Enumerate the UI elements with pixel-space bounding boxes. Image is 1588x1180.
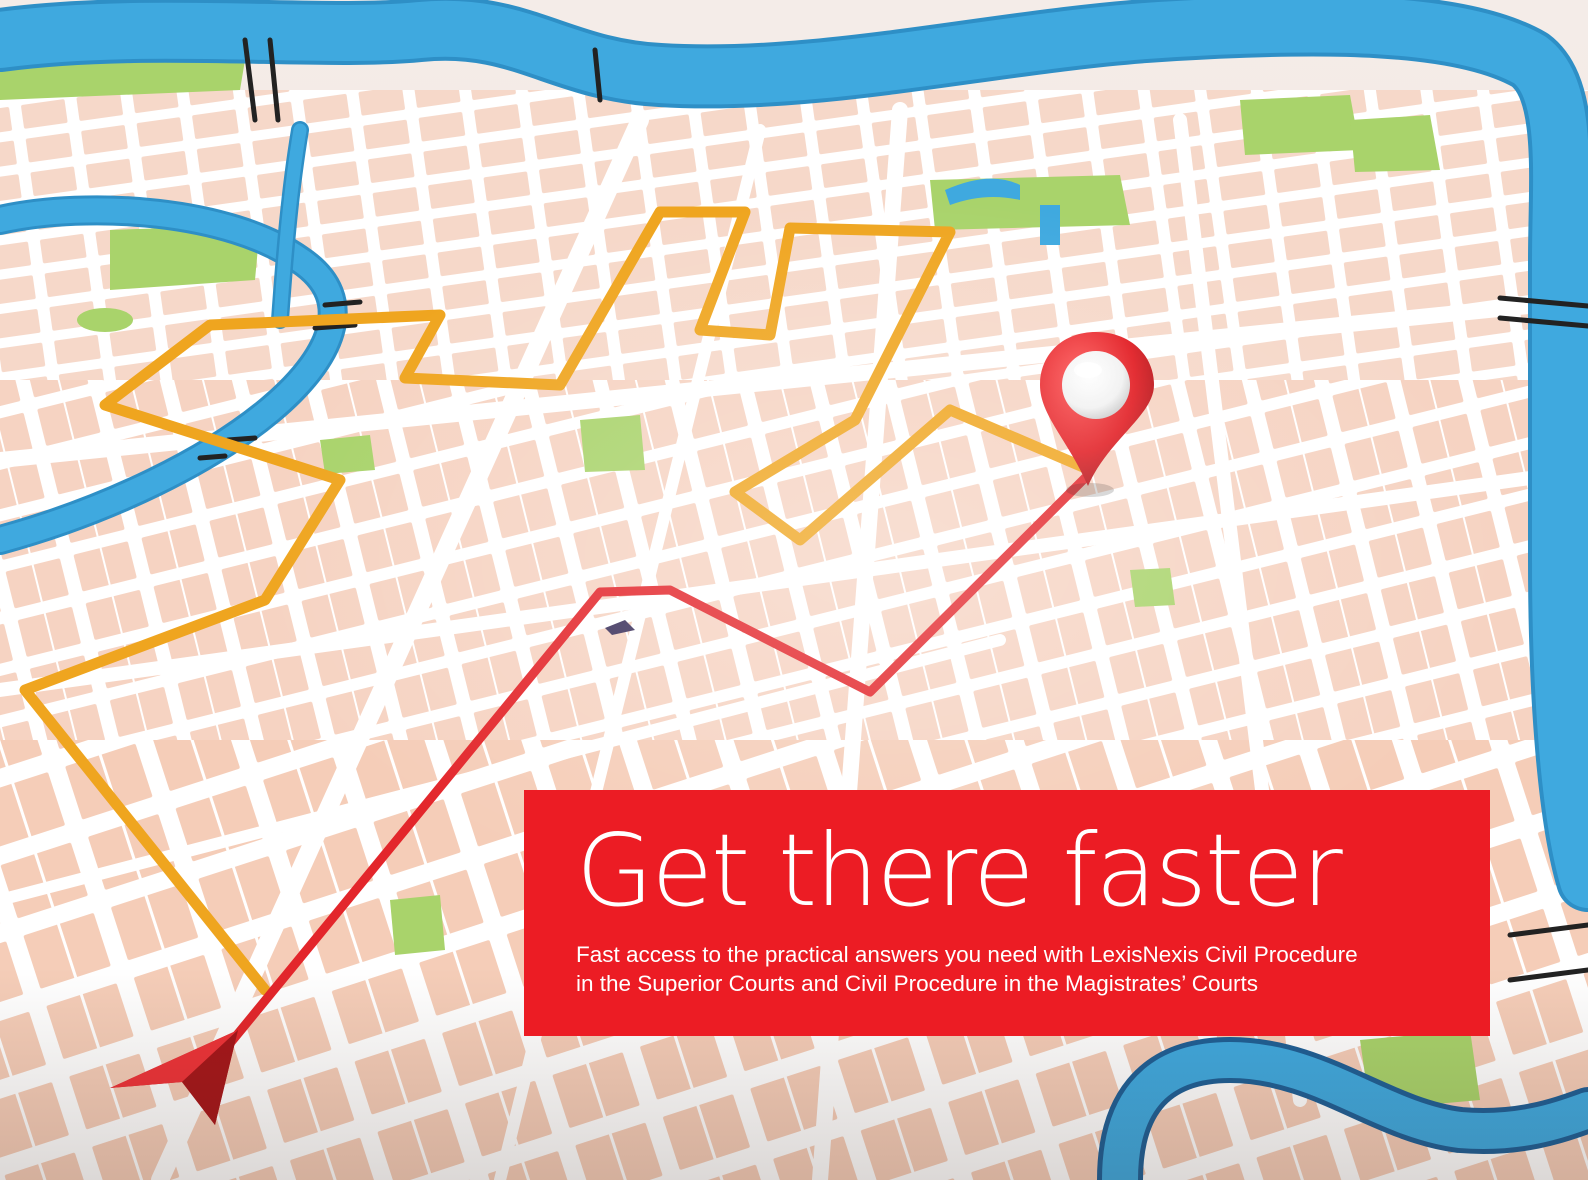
banner-subtitle: Fast access to the practical answers you…	[576, 940, 1450, 998]
headline-banner: Get there faster Fast access to the prac…	[524, 790, 1490, 1036]
banner-title: Get there faster	[576, 812, 1343, 929]
banner-subtitle-line-1: Fast access to the practical answers you…	[576, 942, 1358, 967]
hero-image: Get there faster Fast access to the prac…	[0, 0, 1588, 1180]
banner-subtitle-line-2: in the Superior Courts and Civil Procedu…	[576, 971, 1258, 996]
